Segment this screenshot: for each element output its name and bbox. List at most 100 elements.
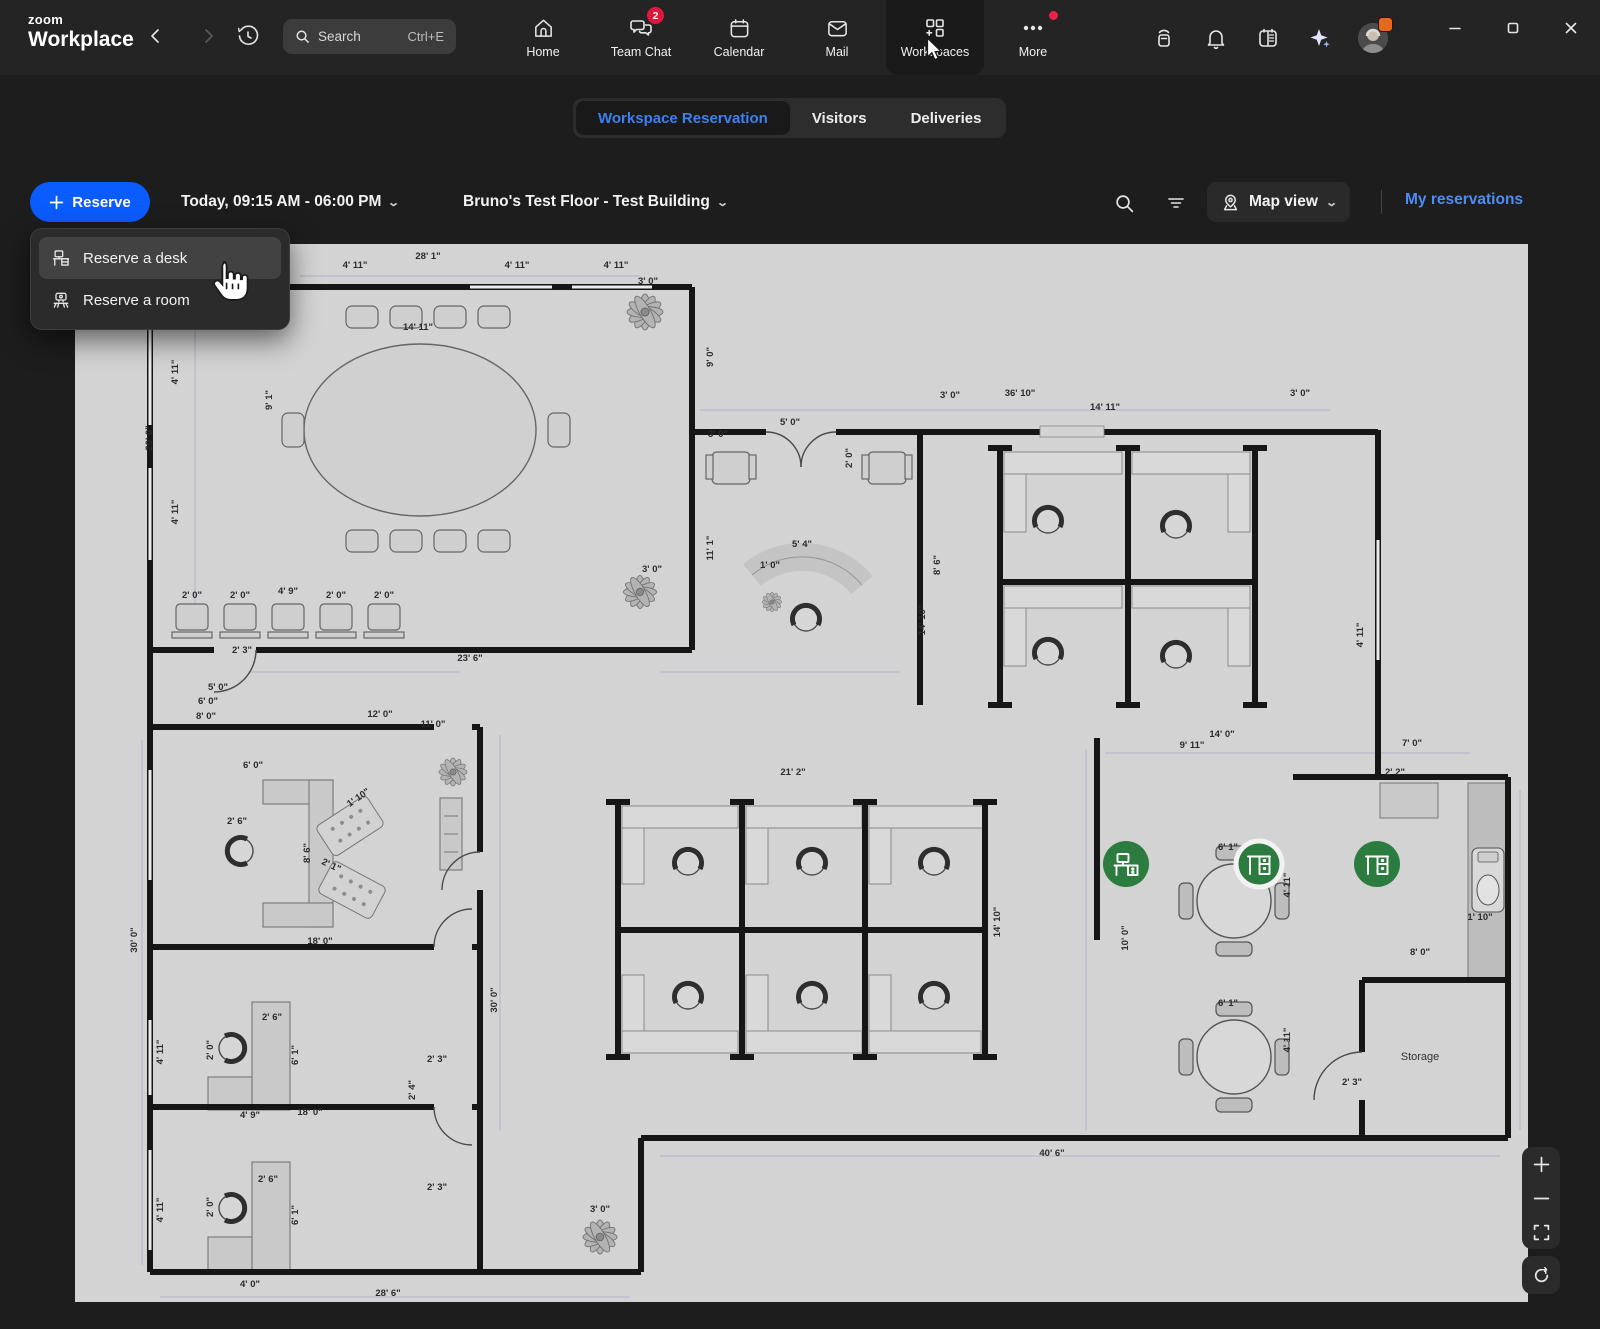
map-search-button[interactable] <box>1111 190 1137 216</box>
chevron-down-icon: ⌄ <box>388 196 401 209</box>
map-pin-icon <box>1221 193 1240 212</box>
dimension-label: 18' 0" <box>307 936 332 947</box>
zoom-in-button[interactable] <box>1522 1147 1560 1181</box>
plus-icon <box>49 195 64 210</box>
location-selector[interactable]: Bruno's Test Floor - Test Building ⌄ <box>463 182 727 222</box>
plus-icon <box>1533 1156 1550 1173</box>
room-label: Storage <box>1401 1051 1440 1063</box>
notifications-button[interactable] <box>1202 24 1230 52</box>
nav-home[interactable]: Home <box>494 0 592 75</box>
floor-plan-map[interactable]: 4' 11" 28' 1" 4' 11" 4' 11" 3' 0" 14' 11" 9' 1… <box>75 244 1528 1302</box>
filter-icon <box>1165 192 1187 214</box>
tab-workspace-reservation[interactable]: Workspace Reservation <box>576 101 790 135</box>
reserve-button-label: Reserve <box>72 194 130 211</box>
global-search-input[interactable]: Search Ctrl+E <box>283 19 456 54</box>
dimension-label: 20' 0" <box>144 425 155 450</box>
dimension-label: 3' 0" <box>590 1204 610 1215</box>
dimension-label: 2' 0" <box>182 590 202 601</box>
refresh-icon <box>1532 1266 1551 1285</box>
dimension-label: 6' 0" <box>198 696 218 707</box>
planner-button[interactable] <box>1254 24 1282 52</box>
dimension-label: 2' 4" <box>407 1080 418 1100</box>
reserve-button[interactable]: Reserve <box>30 182 150 222</box>
dimension-label: 2' 6" <box>262 1012 282 1023</box>
dimension-label: 9' 11" <box>1180 740 1205 751</box>
nav-more[interactable]: More <box>984 0 1082 75</box>
nav-calendar[interactable]: Calendar <box>690 0 788 75</box>
dimension-label: 14' 10" <box>992 907 1003 938</box>
dimension-label: 2' 0" <box>844 448 855 468</box>
deskphone-button[interactable] <box>1150 24 1178 52</box>
title-bar: zoom Workplace Search Ctrl+E Home <box>0 0 1600 75</box>
dimension-label: 3' 0" <box>940 390 960 401</box>
tab-visitors[interactable]: Visitors <box>790 101 889 135</box>
dimension-label: 4' 11" <box>343 260 368 271</box>
more-notification-dot <box>1049 11 1058 20</box>
team-chat-badge: 2 <box>647 7 664 24</box>
time-range-selector[interactable]: Today, 09:15 AM - 06:00 PM ⌄ <box>181 182 399 222</box>
minimize-button[interactable] <box>1426 0 1484 55</box>
avatar[interactable] <box>1358 23 1388 53</box>
menu-item-reserve-room[interactable]: Reserve a room <box>39 279 281 321</box>
nav-team-chat[interactable]: 2 Team Chat <box>592 0 690 75</box>
maximize-icon <box>1506 21 1520 35</box>
filter-button[interactable] <box>1163 190 1189 216</box>
dimension-label: 2' 6" <box>227 816 247 827</box>
search-placeholder: Search <box>318 29 400 44</box>
history-icon <box>236 24 260 48</box>
dimension-label: 2' 3" <box>427 1182 447 1193</box>
reserve-dropdown-menu: Reserve a desk Reserve a room <box>30 228 290 330</box>
chevron-down-icon: ⌄ <box>1325 196 1338 209</box>
workspaces-icon <box>923 16 947 40</box>
search-icon <box>1114 193 1135 214</box>
desk-reservation-marker[interactable] <box>1236 841 1282 887</box>
zoom-out-button[interactable] <box>1522 1181 1560 1215</box>
fullscreen-icon <box>1533 1224 1550 1241</box>
segmented-tabs: Workspace Reservation Visitors Deliverie… <box>573 98 1006 138</box>
search-shortcut: Ctrl+E <box>408 29 444 44</box>
dimension-label: 4' 9" <box>240 1110 260 1121</box>
menu-item-label: Reserve a room <box>83 292 190 309</box>
dimension-label: 6' 1" <box>290 1205 301 1225</box>
logo-workplace: Workplace <box>28 29 134 50</box>
home-icon <box>532 17 555 40</box>
dimension-label: 40' 6" <box>1039 1148 1064 1159</box>
desk-reservation-marker[interactable] <box>1103 841 1149 887</box>
dimension-label: 8' 0" <box>196 711 216 722</box>
view-mode-selector[interactable]: Map view ⌄ <box>1207 182 1350 222</box>
desk-reservation-marker[interactable] <box>1354 841 1400 887</box>
ai-companion-button[interactable] <box>1306 24 1334 52</box>
avatar-status-badge <box>1378 17 1393 32</box>
app-logo: zoom Workplace <box>28 13 134 50</box>
dimension-label: 2' 3" <box>1342 1077 1362 1088</box>
dimension-label: 4' 11" <box>505 260 530 271</box>
dimension-label: 23' 6" <box>457 653 482 664</box>
dimension-label: 4' 11" <box>170 500 181 525</box>
dimension-label: 14' 11" <box>1090 402 1120 413</box>
nav-mail[interactable]: Mail <box>788 0 886 75</box>
map-refresh-button[interactable] <box>1522 1256 1560 1294</box>
dimension-label: 3' 0" <box>708 429 728 440</box>
fullscreen-button[interactable] <box>1522 1215 1560 1249</box>
dimension-label: 28' 1" <box>415 251 440 262</box>
tab-deliveries[interactable]: Deliveries <box>889 101 1004 135</box>
dimension-label: 21' 2" <box>780 767 805 778</box>
dimension-label: 2' 0" <box>374 590 394 601</box>
menu-item-reserve-desk[interactable]: Reserve a desk <box>39 237 281 279</box>
chevron-down-icon: ⌄ <box>716 196 729 209</box>
view-mode-value: Map view <box>1249 193 1318 211</box>
dimension-label: 4' 11" <box>1355 623 1366 648</box>
my-reservations-link[interactable]: My reservations <box>1405 191 1523 209</box>
dimension-label: 2' 6" <box>258 1174 278 1185</box>
dimension-label: 18' 0" <box>297 1107 322 1118</box>
maximize-button[interactable] <box>1484 0 1542 55</box>
forward-button[interactable] <box>194 22 222 50</box>
dimension-label: 3' 0" <box>638 276 658 287</box>
history-button[interactable] <box>232 20 264 52</box>
dimension-label: 10' 0" <box>1120 925 1131 950</box>
back-button[interactable] <box>142 22 170 50</box>
dimension-label: 6' 0" <box>243 760 263 771</box>
close-button[interactable] <box>1542 0 1600 55</box>
dimension-label: 14' 0" <box>1209 729 1234 740</box>
nav-workspaces[interactable]: Workspaces <box>886 0 984 75</box>
